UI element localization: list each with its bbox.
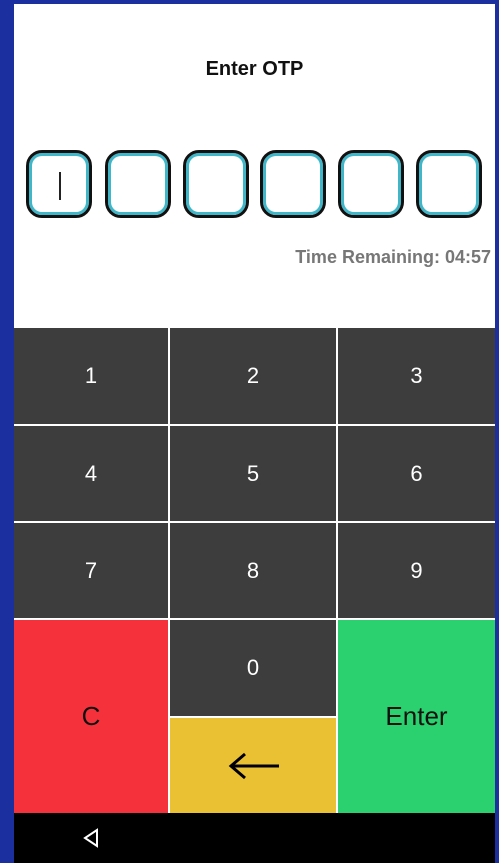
system-nav-bar: [14, 813, 495, 863]
otp-digit-5[interactable]: [338, 150, 404, 218]
triangle-back-icon[interactable]: [76, 823, 106, 853]
otp-screen: Enter OTP Time Remaining: 04:57 1 2 3 4 …: [14, 4, 495, 863]
otp-digit-2[interactable]: [105, 150, 171, 218]
otp-digit-6[interactable]: [416, 150, 482, 218]
key-0[interactable]: 0: [170, 620, 336, 716]
time-remaining: Time Remaining: 04:57: [295, 247, 491, 267]
numeric-keypad: 1 2 3 4 5 6 7 8 9 C 0 Enter: [14, 328, 495, 813]
key-5[interactable]: 5: [170, 426, 336, 521]
enter-button[interactable]: Enter: [338, 620, 495, 813]
key-3[interactable]: 3: [338, 328, 495, 424]
page-title: Enter OTP: [205, 58, 304, 80]
key-9[interactable]: 9: [338, 523, 495, 618]
key-1[interactable]: 1: [14, 328, 168, 424]
key-7[interactable]: 7: [14, 523, 168, 618]
otp-digit-3[interactable]: [183, 150, 249, 218]
otp-digit-4[interactable]: [260, 150, 326, 218]
backspace-button[interactable]: [170, 718, 336, 813]
otp-input-row: [26, 150, 488, 220]
key-4[interactable]: 4: [14, 426, 168, 521]
key-8[interactable]: 8: [170, 523, 336, 618]
otp-digit-1[interactable]: [26, 150, 92, 218]
text-cursor: [59, 172, 61, 200]
clear-button[interactable]: C: [14, 620, 168, 813]
key-2[interactable]: 2: [170, 328, 336, 424]
left-arrow-icon: [228, 752, 279, 779]
key-6[interactable]: 6: [338, 426, 495, 521]
